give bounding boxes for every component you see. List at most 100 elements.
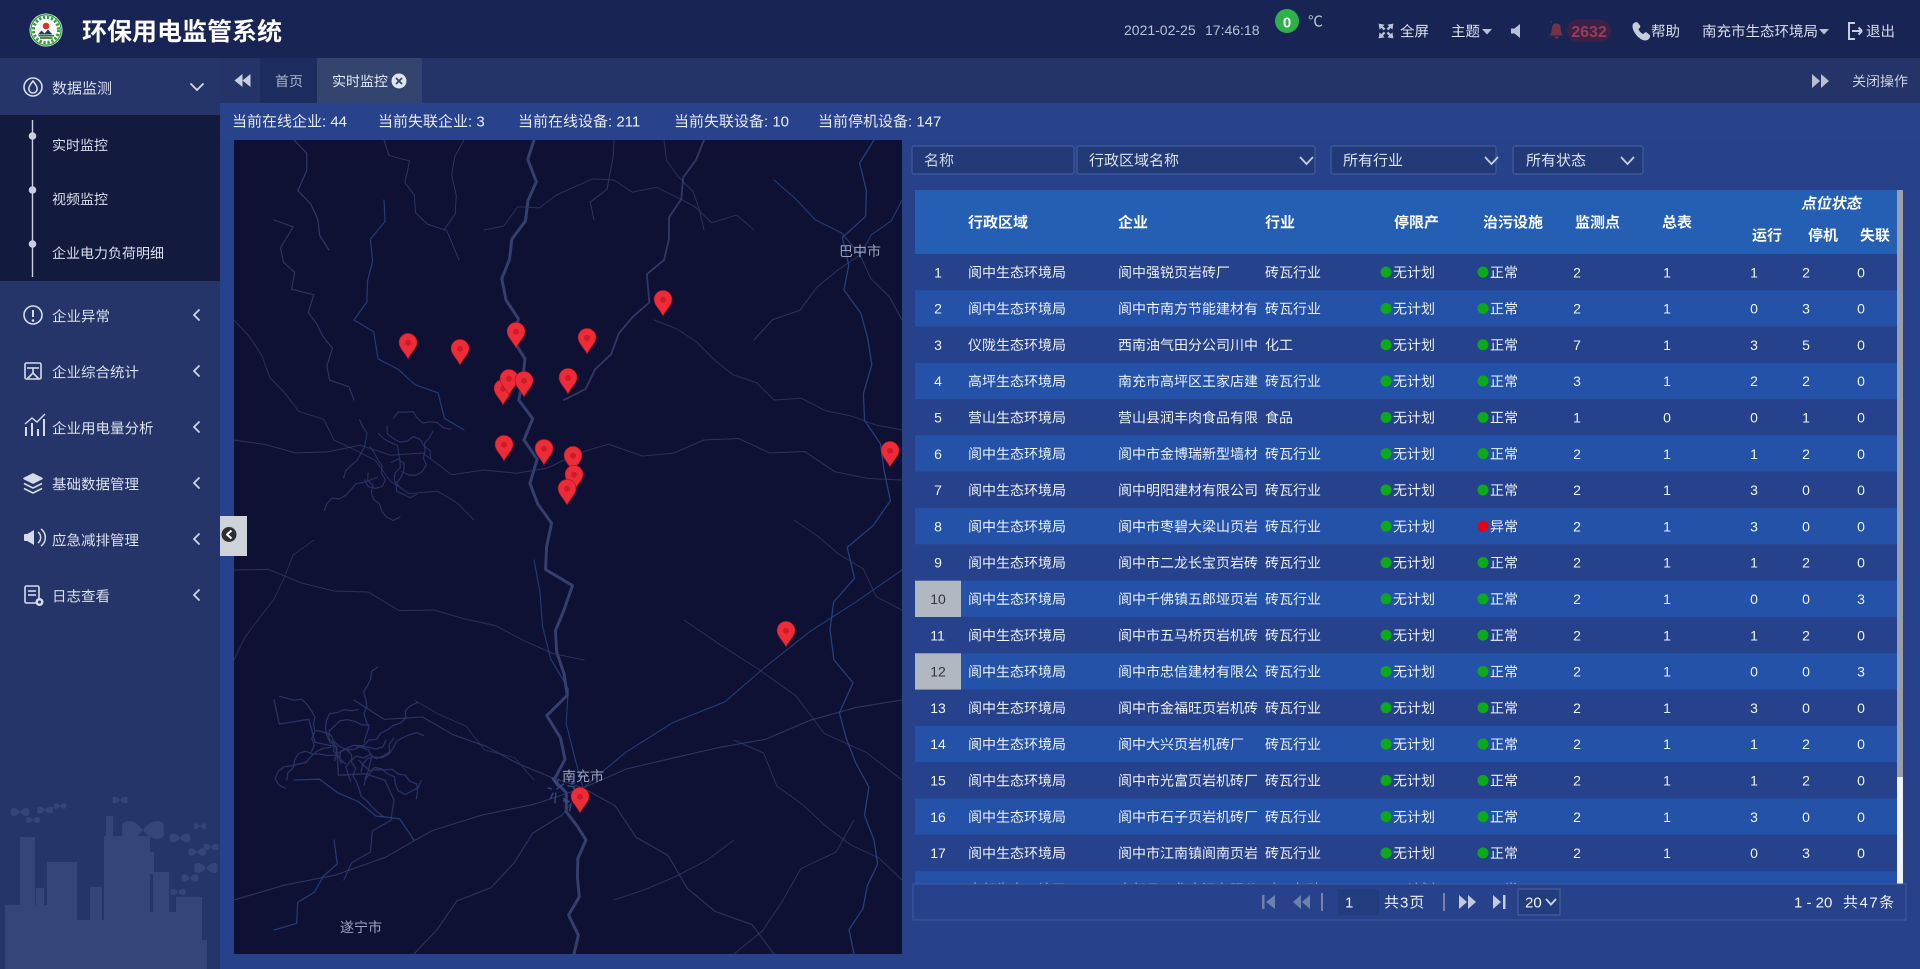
svg-text:7: 7: [934, 482, 942, 498]
svg-text:2: 2: [1573, 736, 1581, 752]
svg-text:2: 2: [1802, 773, 1810, 789]
svg-text:3: 3: [1802, 845, 1810, 861]
svg-text:0: 0: [1802, 482, 1810, 498]
svg-text:1: 1: [1663, 264, 1671, 280]
svg-text:1: 1: [1345, 895, 1353, 912]
svg-text:1: 1: [1663, 446, 1671, 462]
svg-text:2: 2: [1802, 264, 1810, 280]
svg-text:0: 0: [1857, 809, 1865, 825]
svg-text:0: 0: [1857, 482, 1865, 498]
svg-text:1: 1: [1663, 373, 1671, 389]
svg-text:1: 1: [1663, 482, 1671, 498]
svg-text:47: 47: [1860, 895, 1880, 912]
svg-text:2021-02-25: 2021-02-25: [1124, 22, 1196, 38]
svg-text:2: 2: [1573, 446, 1581, 462]
svg-text:3: 3: [1802, 301, 1810, 317]
svg-text:3: 3: [1400, 895, 1409, 912]
svg-text:0: 0: [1750, 410, 1758, 426]
svg-text:3: 3: [1857, 664, 1865, 680]
svg-text:1: 1: [1663, 518, 1671, 534]
svg-text:13: 13: [930, 700, 946, 716]
svg-text:16: 16: [930, 809, 946, 825]
svg-text:2: 2: [1750, 373, 1758, 389]
svg-text:0: 0: [1857, 446, 1865, 462]
svg-text:3: 3: [1750, 518, 1758, 534]
svg-text:0: 0: [1750, 845, 1758, 861]
svg-text:3: 3: [1573, 373, 1581, 389]
svg-text:0: 0: [1857, 773, 1865, 789]
svg-text:0: 0: [1857, 518, 1865, 534]
svg-text:: 10: : 10: [764, 114, 789, 131]
svg-text:3: 3: [1750, 337, 1758, 353]
svg-text:0: 0: [1750, 301, 1758, 317]
svg-text:2: 2: [1573, 264, 1581, 280]
svg-text:12: 12: [930, 664, 946, 680]
svg-text:1: 1: [1663, 809, 1671, 825]
svg-text:0: 0: [1857, 410, 1865, 426]
svg-text:0: 0: [1283, 15, 1291, 32]
svg-text:11: 11: [930, 627, 945, 643]
svg-text:1: 1: [1663, 845, 1671, 861]
svg-text:14: 14: [930, 736, 946, 752]
svg-text:: 147: : 147: [908, 114, 941, 131]
svg-text:1: 1: [1750, 555, 1758, 571]
svg-text:1: 1: [1663, 773, 1671, 789]
svg-text:0: 0: [1802, 809, 1810, 825]
svg-text:2: 2: [1802, 627, 1810, 643]
svg-text:2: 2: [1573, 555, 1581, 571]
svg-text:0: 0: [1802, 700, 1810, 716]
svg-text:4: 4: [934, 373, 942, 389]
svg-text:2: 2: [1573, 664, 1581, 680]
svg-text:2: 2: [1573, 700, 1581, 716]
svg-text:1: 1: [1663, 591, 1671, 607]
svg-text:1 - 20: 1 - 20: [1794, 895, 1832, 912]
svg-text:2: 2: [1573, 627, 1581, 643]
svg-text:1: 1: [1750, 264, 1758, 280]
svg-text:: 44: : 44: [322, 114, 347, 131]
svg-text:2: 2: [1573, 845, 1581, 861]
svg-text:0: 0: [1857, 700, 1865, 716]
svg-text:1: 1: [1663, 700, 1671, 716]
svg-text:0: 0: [1802, 591, 1810, 607]
svg-text:5: 5: [1802, 337, 1810, 353]
svg-text:1: 1: [1663, 664, 1671, 680]
svg-text:15: 15: [930, 773, 946, 789]
svg-text:10: 10: [930, 591, 946, 607]
svg-text:2: 2: [1802, 736, 1810, 752]
svg-text:0: 0: [1750, 591, 1758, 607]
svg-text:3: 3: [1857, 591, 1865, 607]
svg-text:0: 0: [1857, 627, 1865, 643]
svg-text:1: 1: [1663, 555, 1671, 571]
svg-text:1: 1: [1663, 301, 1671, 317]
svg-text:0: 0: [1857, 301, 1865, 317]
svg-text:1: 1: [1750, 773, 1758, 789]
svg-text:9: 9: [934, 555, 942, 571]
svg-text:1: 1: [1750, 627, 1758, 643]
svg-text:2: 2: [1573, 301, 1581, 317]
svg-text:1: 1: [1750, 736, 1758, 752]
svg-text:0: 0: [1802, 664, 1810, 680]
svg-text:7: 7: [1573, 337, 1581, 353]
svg-text:2: 2: [1573, 482, 1581, 498]
svg-text:2: 2: [1573, 518, 1581, 534]
svg-text:3: 3: [934, 337, 942, 353]
svg-text:2: 2: [1802, 446, 1810, 462]
svg-text:1: 1: [1663, 736, 1671, 752]
svg-text:1: 1: [1663, 337, 1671, 353]
svg-text:0: 0: [1802, 518, 1810, 534]
svg-text:0: 0: [1857, 555, 1865, 571]
svg-text:0: 0: [1857, 337, 1865, 353]
svg-text:17: 17: [930, 845, 946, 861]
svg-text:2632: 2632: [1571, 24, 1607, 41]
svg-text:6: 6: [934, 446, 942, 462]
svg-text:0: 0: [1857, 736, 1865, 752]
svg-text:1: 1: [1750, 446, 1758, 462]
svg-text:3: 3: [1750, 809, 1758, 825]
svg-text:2: 2: [1573, 809, 1581, 825]
svg-text:0: 0: [1663, 410, 1671, 426]
svg-text:0: 0: [1857, 264, 1865, 280]
svg-text:2: 2: [1573, 591, 1581, 607]
svg-text:17:46:18: 17:46:18: [1205, 22, 1260, 38]
svg-text:3: 3: [1750, 482, 1758, 498]
svg-text:1: 1: [1802, 410, 1810, 426]
